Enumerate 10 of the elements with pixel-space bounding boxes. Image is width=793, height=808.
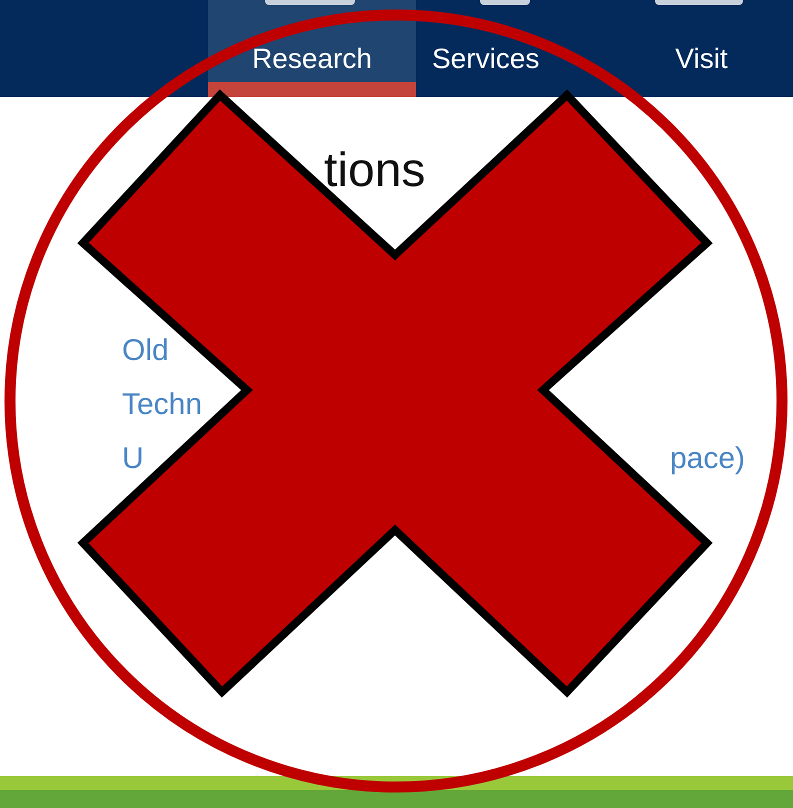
nav-tab[interactable]: Services — [432, 42, 540, 76]
page-heading: tions — [324, 143, 426, 199]
nav-icon — [655, 0, 743, 5]
link[interactable]: Techn — [122, 390, 202, 420]
nav-icon — [265, 0, 355, 5]
nav-tab[interactable]: Visit — [675, 42, 728, 76]
nav-icon — [480, 0, 530, 5]
link[interactable]: U — [122, 444, 144, 474]
link[interactable]: Old — [122, 336, 169, 366]
link[interactable]: pace) — [670, 444, 745, 474]
